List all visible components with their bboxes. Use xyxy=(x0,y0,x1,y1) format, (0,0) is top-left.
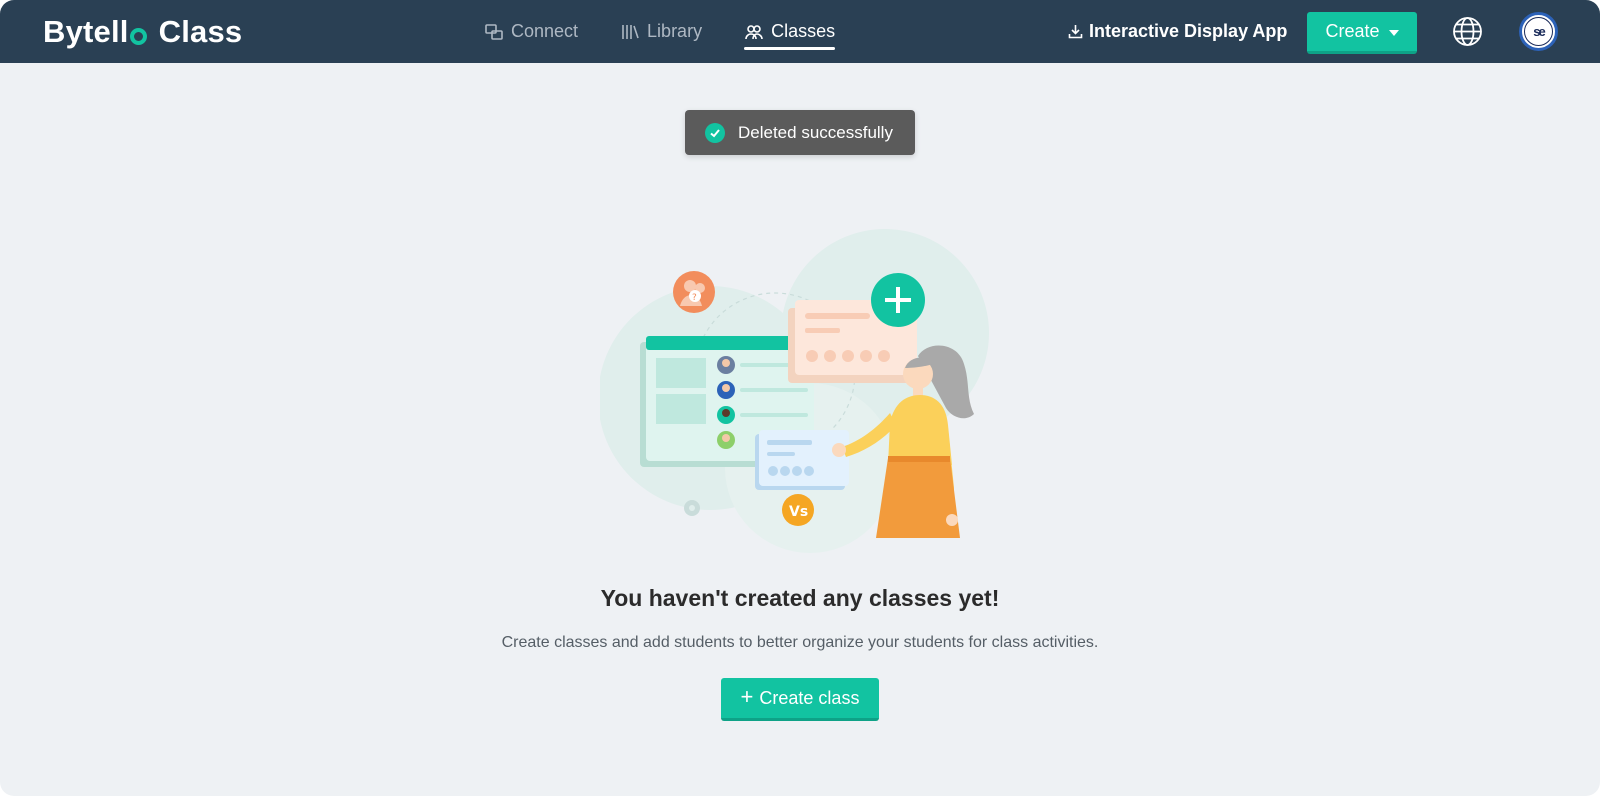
user-avatar[interactable]: se xyxy=(1519,12,1558,51)
nav-connect[interactable]: Connect xyxy=(484,0,578,63)
create-button-label: Create xyxy=(1325,21,1380,41)
caret-down-icon xyxy=(1388,29,1399,36)
empty-state-description: Create classes and add students to bette… xyxy=(501,634,1099,651)
create-class-label: Create class xyxy=(759,687,860,708)
svg-text:?: ? xyxy=(692,293,697,303)
download-icon xyxy=(1068,24,1083,39)
main-nav: Connect Library Classes xyxy=(484,0,877,63)
nav-classes-label: Classes xyxy=(771,21,836,41)
success-toast: Deleted successfully xyxy=(685,110,915,155)
toast-message: Deleted successfully xyxy=(738,122,893,142)
plus-icon: + xyxy=(740,684,754,709)
create-dropdown-button[interactable]: Create xyxy=(1307,12,1417,54)
logo-word-bytell: Bytell xyxy=(43,14,129,49)
classes-icon xyxy=(744,22,764,42)
library-icon xyxy=(620,22,640,42)
language-globe-icon[interactable] xyxy=(1452,16,1483,47)
logo-word-class: Class xyxy=(158,14,243,49)
nav-library[interactable]: Library xyxy=(620,0,702,63)
empty-classes-illustration: ? Vs xyxy=(598,228,1000,554)
avatar-badge: se xyxy=(1524,17,1553,46)
app-logo[interactable]: Bytell Class xyxy=(43,13,242,51)
app-window: Bytell Class Connect Library Classes Int… xyxy=(0,0,1600,796)
nav-library-label: Library xyxy=(647,21,703,41)
nav-classes[interactable]: Classes xyxy=(744,0,836,63)
svg-text:Vs: Vs xyxy=(789,504,808,520)
nav-connect-label: Connect xyxy=(511,21,579,41)
connect-icon xyxy=(484,22,504,42)
logo-ring-icon xyxy=(129,27,147,45)
download-display-app-link[interactable]: Interactive Display App xyxy=(1068,0,1287,63)
create-class-button[interactable]: + Create class xyxy=(721,678,879,721)
empty-state-title: You haven't created any classes yet! xyxy=(600,585,1000,611)
top-navbar: Bytell Class Connect Library Classes Int… xyxy=(0,0,1600,63)
check-circle-icon xyxy=(705,122,725,143)
avatar-initials: se xyxy=(1533,24,1546,39)
download-label: Interactive Display App xyxy=(1089,21,1288,41)
